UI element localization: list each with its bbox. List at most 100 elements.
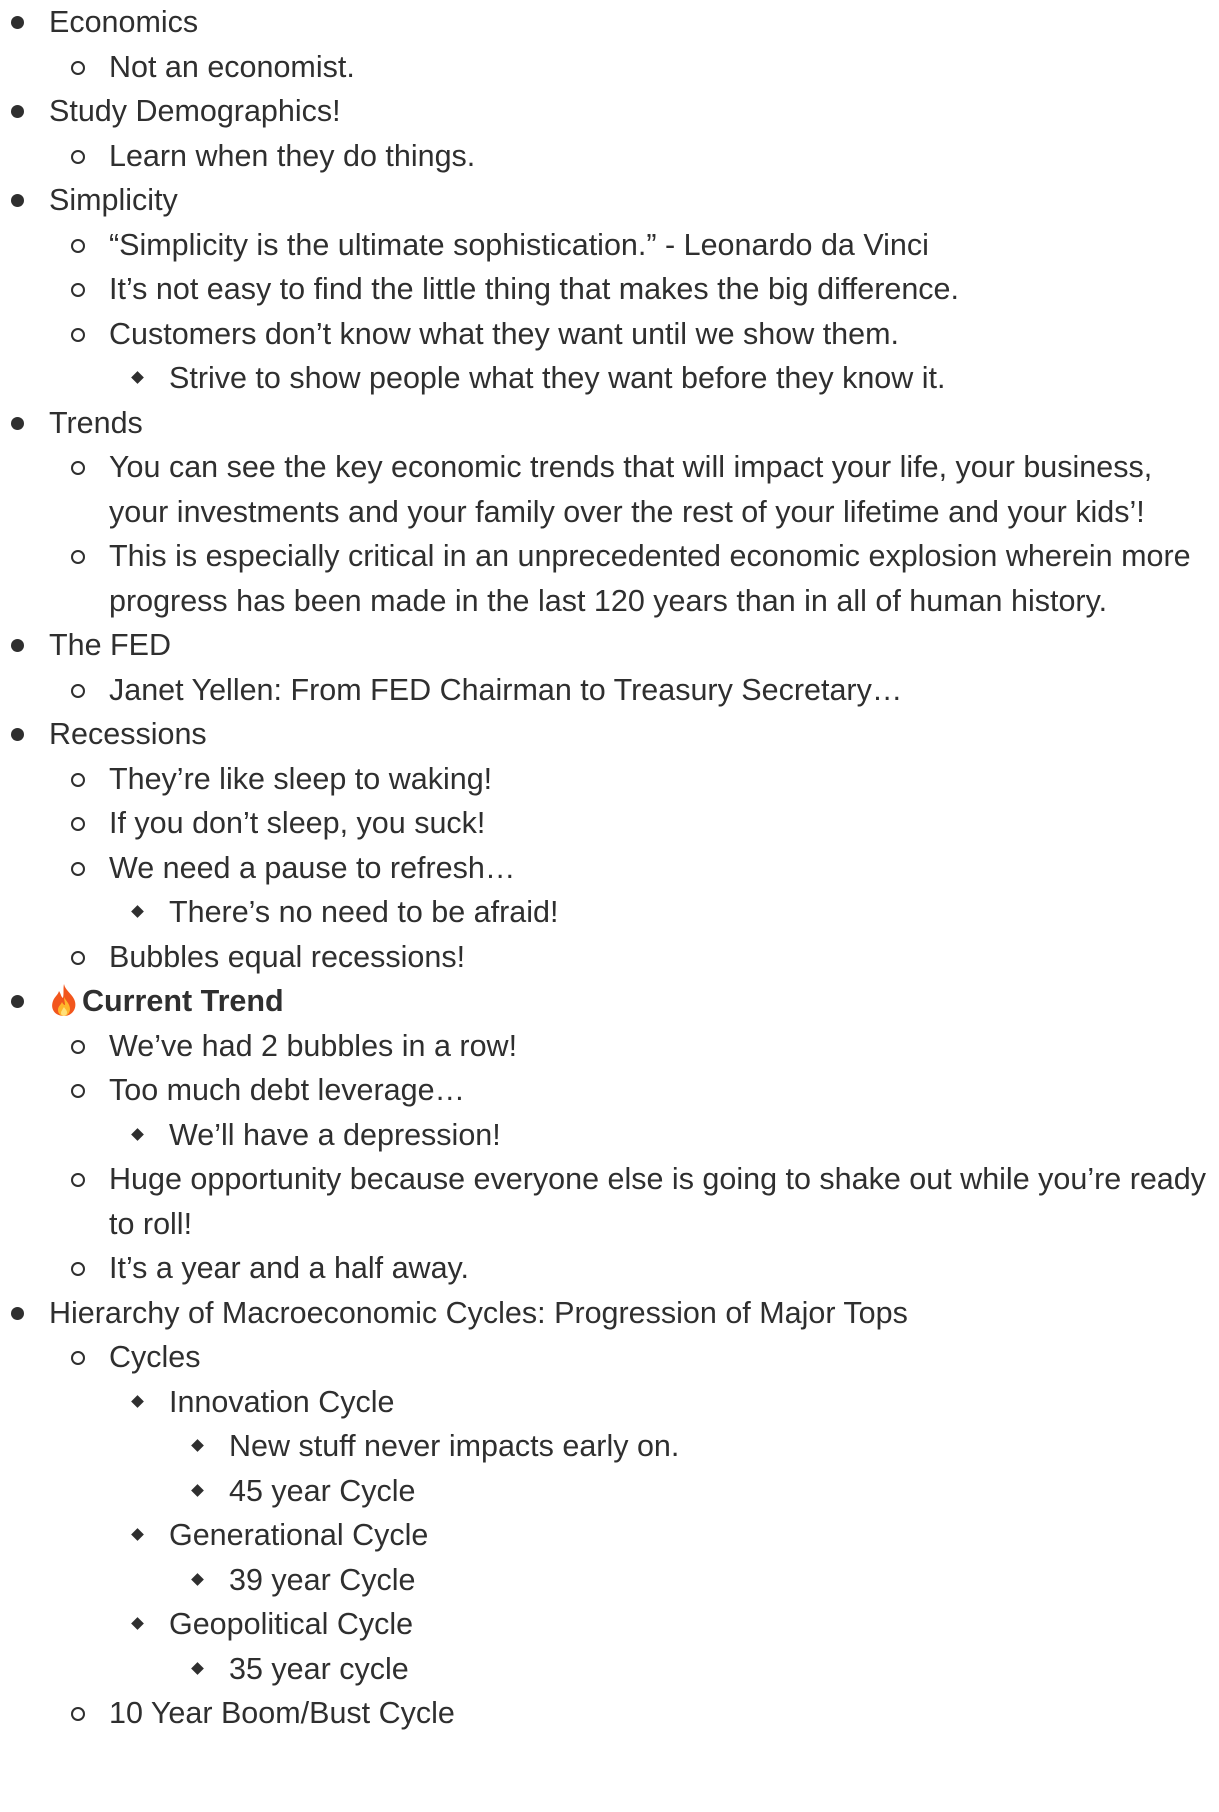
outline-item-level-2[interactable]: 10 Year Boom/Bust Cycle [0,1691,1219,1736]
outline-item-label: Learn when they do things. [109,138,476,173]
outline-item-level-3[interactable]: Geopolitical Cycle [0,1602,1219,1647]
outline-item-level-2[interactable]: Customers don’t know what they want unti… [0,312,1219,357]
outline-item-label: Hierarchy of Macroeconomic Cycles: Progr… [49,1295,908,1330]
outline-item-level-2[interactable]: Janet Yellen: From FED Chairman to Treas… [0,668,1219,713]
circle-bullet [71,1039,85,1054]
outline-item-level-3[interactable]: Generational Cycle [0,1513,1219,1558]
outline-item-text: Huge opportunity because everyone else i… [109,1157,1219,1246]
outline-item-text: We’ll have a depression! [169,1113,1219,1158]
outline-item-label: Huge opportunity because everyone else i… [109,1162,1206,1241]
outline-item-label: If you don’t sleep, you suck! [109,806,486,840]
outline-item-text: Trends [49,401,1219,446]
outline-item-level-2[interactable]: It’s a year and a half away. [0,1246,1219,1291]
outline-item-label: They’re like sleep to waking! [109,761,493,796]
outline-item-level-2[interactable]: Learn when they do things. [0,134,1219,179]
outline-item-level-3[interactable]: Strive to show people what they want bef… [0,356,1219,401]
outline-item-text: It’s a year and a half away. [109,1246,1219,1291]
outline-item-level-2[interactable]: “Simplicity is the ultimate sophisticati… [0,223,1219,268]
outline-item-level-2[interactable]: It’s not easy to find the little thing t… [0,267,1219,312]
outline-item-label: We’ve had 2 bubbles in a row! [109,1028,518,1063]
circle-bullet [71,238,85,253]
outline-item-label: Study Demographics! [49,94,341,128]
outline-item-level-2[interactable]: If you don’t sleep, you suck! [0,801,1219,846]
diamond-bullet [191,1439,204,1452]
outline-item-level-1[interactable]: Trends [0,401,1219,446]
circle-bullet [71,1351,85,1365]
diamond-bullet [131,905,144,918]
outline-item-level-3[interactable]: Innovation Cycle [0,1380,1219,1425]
outline-item-level-2[interactable]: Too much debt leverage… [0,1068,1219,1113]
outline-item-text: Generational Cycle [169,1513,1219,1558]
outline-item-level-4[interactable]: 45 year Cycle [0,1469,1219,1514]
disc-bullet [11,1306,24,1320]
outline-item-level-3[interactable]: There’s no need to be afraid! [0,890,1219,935]
circle-bullet [71,683,85,698]
outline-item-level-4[interactable]: 35 year cycle [0,1647,1219,1692]
outline-item-level-2[interactable]: We’ve had 2 bubbles in a row! [0,1024,1219,1069]
outline-item-text: Innovation Cycle [169,1380,1219,1425]
outline-item-level-4[interactable]: 39 year Cycle [0,1558,1219,1603]
diamond-bullet [191,1483,204,1497]
outline-item-label: Simplicity [49,183,178,217]
outline-item-text: This is especially critical in an unprec… [109,534,1219,623]
circle-bullet [71,817,85,831]
outline-item-level-2[interactable]: You can see the key economic trends that… [0,445,1219,534]
outline-item-label: Economics [49,5,199,39]
outline-item-label: Bubbles equal recessions! [109,939,466,974]
outline-item-text: We need a pause to refresh… [109,846,1219,891]
outline-item-level-2[interactable]: Cycles [0,1335,1219,1380]
outline-item-text: Strive to show people what they want bef… [169,356,1219,401]
outline-item-label: 39 year Cycle [229,1562,416,1597]
circle-bullet [71,461,85,475]
outline-item-text: It’s not easy to find the little thing t… [109,267,1219,312]
outline-item-level-2[interactable]: Huge opportunity because everyone else i… [0,1157,1219,1246]
outline-item-level-2[interactable]: We need a pause to refresh… [0,846,1219,891]
outline-item-label: It’s not easy to find the little thing t… [109,272,959,306]
outline-item-text: You can see the key economic trends that… [109,445,1219,534]
outline-item-label: We need a pause to refresh… [109,850,516,885]
circle-bullet [71,60,85,75]
circle-bullet [71,1084,85,1098]
circle-bullet [71,550,85,564]
diamond-bullet [131,371,144,384]
outline-item-text: Janet Yellen: From FED Chairman to Treas… [109,668,1219,713]
circle-bullet [71,149,85,164]
outline-item-text: Current Trend [49,979,1219,1024]
outline-item-text: Hierarchy of Macroeconomic Cycles: Progr… [49,1291,1219,1336]
outline-item-label: Strive to show people what they want bef… [169,361,946,395]
outline-item-label: You can see the key economic trends that… [109,450,1153,529]
outline-item-text: Recessions [49,712,1219,757]
outline-item-level-3[interactable]: We’ll have a depression! [0,1113,1219,1158]
outline-item-level-1[interactable]: Hierarchy of Macroeconomic Cycles: Progr… [0,1291,1219,1336]
outline-item-text: Study Demographics! [49,89,1219,134]
outline-item-level-1[interactable]: Recessions [0,712,1219,757]
outline-item-level-2[interactable]: This is especially critical in an unprec… [0,534,1219,623]
outline-item-level-2[interactable]: Not an economist. [0,45,1219,90]
outline-item-label: 45 year Cycle [229,1473,416,1508]
outline-item-level-2[interactable]: They’re like sleep to waking! [0,757,1219,802]
circle-bullet [71,1262,85,1276]
outline-item-text: Economics [49,0,1219,45]
outline-item-label: We’ll have a depression! [169,1117,501,1152]
outline-item-label: 10 Year Boom/Bust Cycle [109,1696,455,1730]
outline-item-text: Too much debt leverage… [109,1068,1219,1113]
outline-item-text: Cycles [109,1335,1219,1380]
circle-bullet [71,772,85,787]
outline-item-level-1[interactable]: Simplicity [0,178,1219,223]
outline-item-level-1[interactable]: The FED [0,623,1219,668]
flame-icon [49,983,79,1017]
outline-item-text: 45 year Cycle [229,1469,1219,1514]
outline-item-level-2[interactable]: Bubbles equal recessions! [0,935,1219,980]
outline-item-level-4[interactable]: New stuff never impacts early on. [0,1424,1219,1469]
outline-item-level-1[interactable]: Economics [0,0,1219,45]
outline-item-level-1[interactable]: Current Trend [0,979,1219,1024]
disc-bullet [11,728,24,741]
diamond-bullet [131,1617,144,1630]
disc-bullet [11,416,24,430]
outline-item-text: 10 Year Boom/Bust Cycle [109,1691,1219,1736]
circle-bullet [71,1707,85,1721]
outline-item-level-1[interactable]: Study Demographics! [0,89,1219,134]
outline-item-label: Generational Cycle [169,1518,429,1552]
circle-bullet [71,861,85,876]
diamond-bullet [191,1661,204,1675]
